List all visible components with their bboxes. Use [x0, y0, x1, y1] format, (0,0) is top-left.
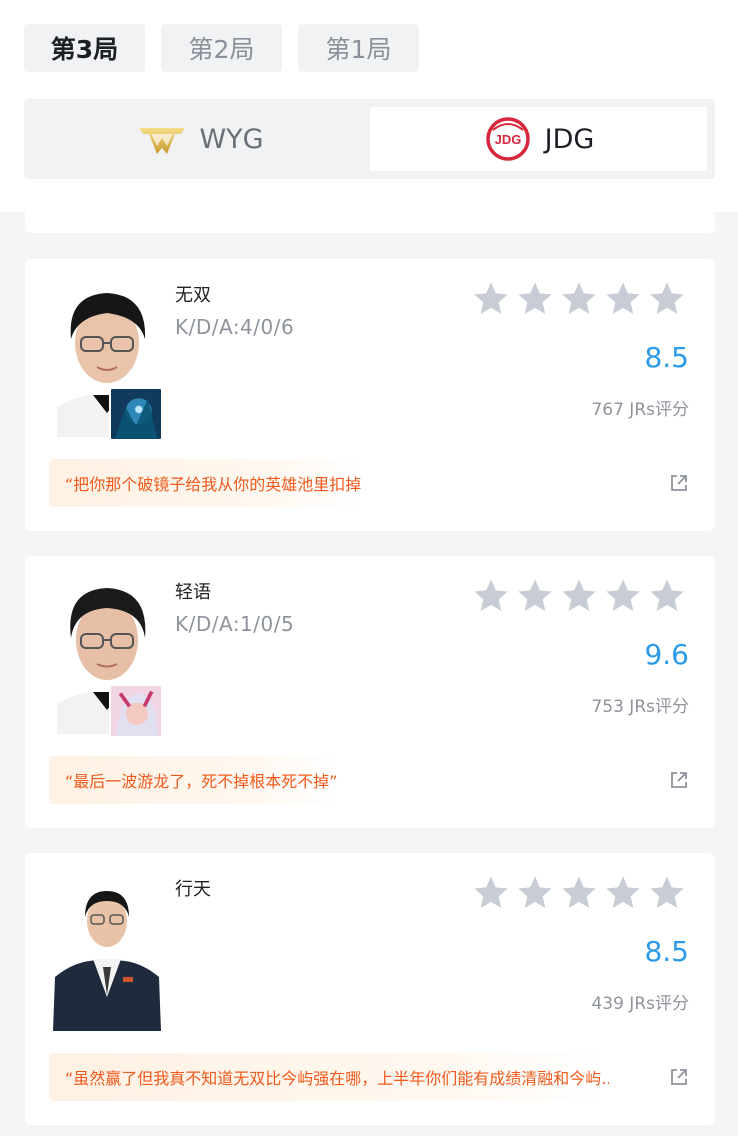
team-button-jdg[interactable]: JDG JDG: [370, 107, 707, 171]
share-icon[interactable]: [669, 473, 689, 493]
top-comment[interactable]: “最后一波游龙了，死不掉根本死不掉”: [49, 756, 339, 804]
star-icon[interactable]: [647, 279, 687, 319]
header-area: 第3局 第2局 第1局 WYG JDG JDG: [0, 0, 738, 212]
tab-game-1[interactable]: 第1局: [298, 24, 419, 72]
player-card[interactable]: 轻语 K/D/A:1/0/5 9.6 753 JRs评分 “最后一波游龙了，死不…: [25, 556, 715, 828]
player-score: 8.5: [644, 341, 689, 374]
star-icon[interactable]: [515, 873, 555, 913]
player-kda: K/D/A:4/0/6: [175, 315, 295, 339]
avatar-group: [49, 580, 165, 738]
share-icon[interactable]: [669, 1067, 689, 1087]
star-icon[interactable]: [647, 873, 687, 913]
star-rating: [471, 279, 687, 319]
player-score: 8.5: [644, 935, 689, 968]
player-name: 行天: [175, 879, 211, 900]
star-icon[interactable]: [603, 576, 643, 616]
player-score: 9.6: [644, 638, 689, 671]
rating-count: 767 JRs评分: [591, 400, 689, 420]
share-icon[interactable]: [669, 770, 689, 790]
hero-portrait-icon: [109, 684, 163, 738]
player-card[interactable]: 行天 8.5 439 JRs评分 “虽然赢了但我真不知道无双比今屿强在哪，上半年…: [25, 853, 715, 1125]
star-icon[interactable]: [471, 873, 511, 913]
svg-text:JDG: JDG: [494, 132, 521, 147]
team-name-right: JDG: [544, 123, 595, 155]
hero-portrait-icon: [109, 387, 163, 441]
team-switch: WYG JDG JDG: [24, 99, 715, 179]
rating-count: 439 JRs评分: [591, 994, 689, 1014]
star-icon[interactable]: [647, 576, 687, 616]
star-icon[interactable]: [515, 576, 555, 616]
avatar-group: [49, 877, 165, 1031]
star-rating: [471, 873, 687, 913]
star-rating: [471, 576, 687, 616]
star-icon[interactable]: [471, 279, 511, 319]
jdg-logo-icon: JDG: [485, 117, 530, 161]
top-comment[interactable]: “把你那个破镜子给我从你的英雄池里扣掉”: [49, 459, 363, 507]
star-icon[interactable]: [603, 873, 643, 913]
wyg-logo-icon: [139, 128, 186, 154]
team-name-left: WYG: [199, 123, 264, 155]
star-icon[interactable]: [559, 576, 599, 616]
star-icon[interactable]: [471, 576, 511, 616]
player-card[interactable]: 无双 K/D/A:4/0/6 8.5 767 JRs评分 “把你那个破镜子给我从…: [25, 259, 715, 531]
player-name: 轻语: [175, 582, 211, 603]
tab-game-2[interactable]: 第2局: [161, 24, 282, 72]
star-icon[interactable]: [559, 873, 599, 913]
star-icon[interactable]: [559, 279, 599, 319]
star-icon[interactable]: [603, 279, 643, 319]
tab-game-3[interactable]: 第3局: [24, 24, 145, 72]
rating-count: 753 JRs评分: [591, 697, 689, 717]
player-kda: K/D/A:1/0/5: [175, 612, 295, 636]
player-name: 无双: [175, 285, 211, 306]
card-stub: [25, 190, 715, 233]
avatar-group: [49, 283, 165, 441]
game-tabs: 第3局 第2局 第1局: [24, 24, 419, 72]
top-comment[interactable]: “虽然赢了但我真不知道无双比今屿强在哪，上半年你们能有成绩清融和今屿...: [49, 1053, 609, 1101]
player-avatar[interactable]: [49, 877, 165, 1031]
star-icon[interactable]: [515, 279, 555, 319]
team-button-wyg[interactable]: WYG: [32, 107, 369, 171]
